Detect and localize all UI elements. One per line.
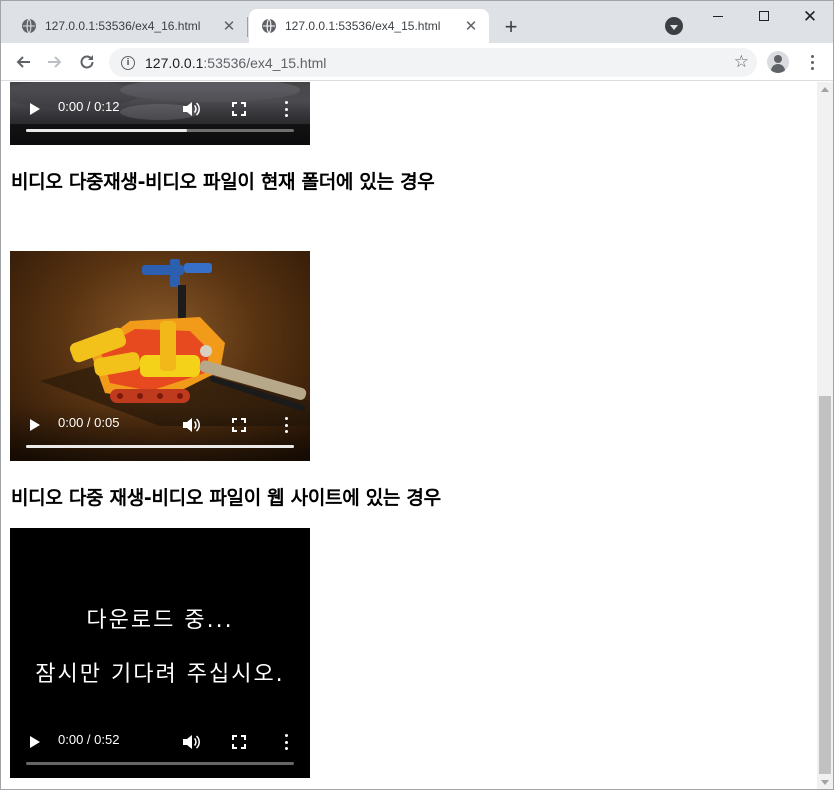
profile-avatar-icon[interactable] — [767, 51, 789, 73]
maximize-button[interactable] — [741, 1, 787, 31]
video-progress-bar[interactable] — [26, 445, 294, 448]
scroll-down-arrow-icon[interactable] — [821, 780, 829, 785]
video-player-1[interactable]: 0:00 / 0:12 — [10, 82, 310, 145]
progress-fill — [26, 445, 294, 448]
video-progress-bar[interactable] — [26, 762, 294, 765]
tab-search-icon[interactable] — [665, 17, 683, 35]
url-host: 127.0.0.1 — [145, 54, 204, 71]
page-viewport: 0:00 / 0:12 비디오 다중재생-비디오 파일이 현재 폴더에 있는 경… — [1, 82, 833, 789]
loading-message: 다운로드 중... — [86, 608, 234, 633]
window-close-button[interactable]: ✕ — [787, 1, 833, 31]
volume-icon[interactable] — [182, 734, 200, 750]
volume-icon[interactable] — [182, 417, 200, 433]
play-icon[interactable] — [30, 736, 40, 748]
video-time: 0:00 / 0:05 — [58, 415, 120, 430]
forward-arrow-icon[interactable] — [42, 49, 68, 75]
loading-wait-message: 잠시만 기다려 주십시오. — [35, 662, 285, 687]
more-options-icon[interactable] — [283, 417, 289, 433]
address-bar[interactable]: i 127.0.0.1:53536/ex4_15.html ☆ — [109, 48, 757, 77]
video-controls: 0:00 / 0:52 — [10, 722, 310, 778]
fullscreen-icon[interactable] — [232, 102, 246, 116]
url-path: :53536/ex4_15.html — [203, 54, 327, 71]
globe-icon — [262, 18, 276, 34]
video-player-3[interactable]: 다운로드 중... 잠시만 기다려 주십시오. 0:00 / 0:52 — [10, 528, 310, 778]
bookmark-star-icon[interactable]: ☆ — [734, 52, 749, 72]
scrollbar-thumb[interactable] — [819, 396, 831, 774]
tab-ex4-16[interactable]: 127.0.0.1:53536/ex4_16.html ✕ — [9, 9, 247, 43]
tab-close-icon[interactable]: ✕ — [219, 16, 239, 36]
tab-title: 127.0.0.1:53536/ex4_16.html — [45, 19, 201, 33]
section-heading-website: 비디오 다중 재생-비디오 파일이 웹 사이트에 있는 경우 — [11, 487, 441, 509]
vertical-scrollbar[interactable] — [817, 82, 833, 789]
new-tab-button[interactable]: + — [499, 14, 523, 39]
tab-ex4-15[interactable]: 127.0.0.1:53536/ex4_15.html ✕ — [249, 9, 489, 43]
video-time: 0:00 / 0:52 — [58, 732, 120, 747]
info-icon[interactable]: i — [121, 55, 135, 70]
globe-icon — [22, 18, 36, 34]
play-icon[interactable] — [30, 103, 40, 115]
video-progress-bar[interactable] — [26, 129, 294, 132]
video-controls: 0:00 / 0:12 — [10, 89, 310, 145]
tab-separator — [247, 17, 248, 37]
scroll-up-arrow-icon[interactable] — [821, 87, 829, 92]
minimize-button[interactable] — [695, 1, 741, 31]
tab-title: 127.0.0.1:53536/ex4_15.html — [285, 19, 441, 33]
video-controls: 0:00 / 0:05 — [10, 405, 310, 461]
browser-toolbar: i 127.0.0.1:53536/ex4_15.html ☆ — [1, 43, 833, 81]
back-arrow-icon[interactable] — [10, 49, 36, 75]
progress-fill — [26, 129, 187, 132]
tab-strip: 127.0.0.1:53536/ex4_16.html ✕ 127.0.0.1:… — [1, 1, 833, 43]
more-options-icon[interactable] — [283, 101, 289, 117]
reload-icon[interactable] — [74, 49, 100, 75]
more-options-icon[interactable] — [283, 734, 289, 750]
fullscreen-icon[interactable] — [232, 418, 246, 432]
tab-close-icon[interactable]: ✕ — [461, 16, 481, 36]
play-icon[interactable] — [30, 419, 40, 431]
browser-window: 127.0.0.1:53536/ex4_16.html ✕ 127.0.0.1:… — [0, 0, 834, 790]
section-heading-local: 비디오 다중재생-비디오 파일이 현재 폴더에 있는 경우 — [11, 171, 435, 193]
kebab-menu-icon[interactable] — [802, 52, 822, 72]
volume-icon[interactable] — [182, 101, 200, 117]
video-player-2[interactable]: 0:00 / 0:05 — [10, 251, 310, 461]
fullscreen-icon[interactable] — [232, 735, 246, 749]
video-time: 0:00 / 0:12 — [58, 99, 120, 114]
